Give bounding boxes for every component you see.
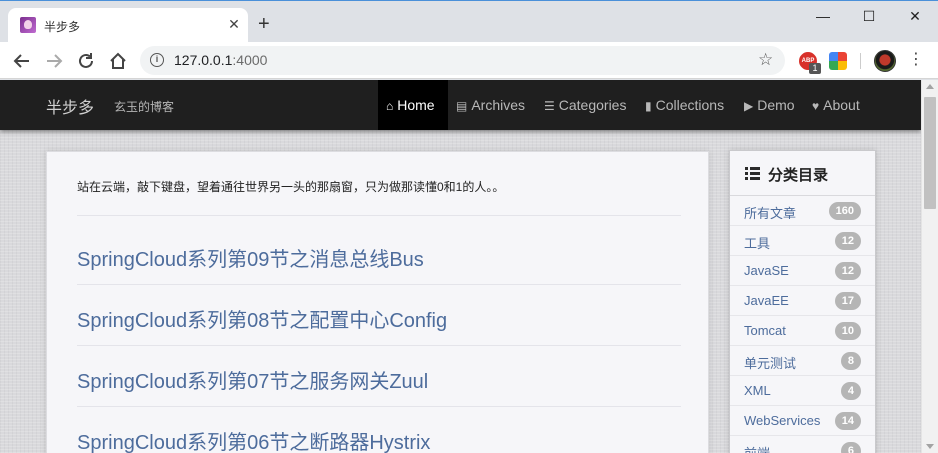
category-item[interactable]: Tomcat 10 [730, 316, 875, 346]
home-icon: ⌂ [386, 99, 394, 113]
bookmark-star-icon[interactable]: ☆ [758, 50, 773, 70]
site-subtitle: 玄玉的博客 [114, 100, 175, 114]
category-item[interactable]: JavaSE 12 [730, 256, 875, 286]
home-icon[interactable] [107, 50, 129, 72]
category-count-badge: 17 [834, 292, 861, 310]
nav-label: About [823, 97, 860, 113]
site-favicon-icon [20, 17, 36, 33]
sidebar-header: 分类目录 [730, 151, 875, 196]
nav-categories[interactable]: ☰ Categories [544, 80, 626, 130]
minimize-window-button[interactable]: — [800, 1, 846, 31]
category-item[interactable]: 工具 12 [730, 226, 875, 256]
category-count-badge: 6 [840, 442, 861, 453]
adblock-badge: 1 [809, 63, 821, 74]
category-item[interactable]: XML 4 [730, 376, 875, 406]
archive-icon: ▤ [456, 99, 468, 113]
category-item[interactable]: JavaEE 17 [730, 286, 875, 316]
site-motto: 站在云端，敲下键盘，望着通往世界另一头的那扇窗，只为做那读懂0和1的人。。 [77, 180, 505, 194]
close-window-button[interactable]: ✕ [892, 1, 938, 31]
category-count-badge: 12 [834, 232, 861, 250]
play-icon: ▶ [744, 99, 754, 113]
bookmark-icon: ▮ [645, 99, 652, 113]
profile-avatar[interactable] [874, 50, 896, 72]
nav-label: Collections [655, 97, 725, 113]
category-item[interactable]: 单元测试 8 [730, 346, 875, 376]
url-text[interactable]: 127.0.0.1:4000 [174, 52, 267, 68]
post-link[interactable]: SpringCloud系列第09节之消息总线Bus [77, 243, 424, 272]
divider [77, 406, 681, 407]
category-item[interactable]: WebServices 14 [730, 406, 875, 436]
post-link[interactable]: SpringCloud系列第08节之配置中心Config [77, 304, 447, 333]
divider [77, 215, 681, 216]
nav-demo[interactable]: ▶ Demo [744, 80, 795, 130]
list-icon: ☰ [544, 99, 555, 113]
divider [77, 345, 681, 346]
category-count-badge: 4 [840, 382, 861, 400]
divider [77, 284, 681, 285]
browser-tab[interactable]: 半步多 ✕ [8, 8, 248, 43]
browser-menu-icon[interactable]: ⋮ [908, 50, 924, 70]
nav-about[interactable]: ♥ About [812, 80, 860, 130]
new-tab-button[interactable]: + [258, 14, 270, 34]
nav-home[interactable]: ⌂ Home [378, 80, 448, 130]
heart-icon: ♥ [812, 99, 820, 113]
post-link[interactable]: SpringCloud系列第07节之服务网关Zuul [77, 365, 428, 394]
category-name: 前端 [744, 443, 770, 453]
category-count-badge: 160 [828, 202, 861, 220]
category-sidebar: 分类目录 所有文章 160 工具 12 JavaSE 12 JavaEE 17 … [729, 150, 876, 453]
nav-collections[interactable]: ▮ Collections [645, 80, 724, 130]
reload-icon[interactable] [75, 50, 97, 72]
category-item[interactable]: 前端 6 [730, 436, 875, 453]
url-port: :4000 [232, 52, 268, 68]
address-bar[interactable]: i 127.0.0.1:4000 ☆ [140, 46, 785, 75]
category-name: 工具 [744, 236, 771, 251]
sidebar-title: 分类目录 [768, 167, 829, 184]
category-name: XML [744, 383, 771, 398]
page-scrollbar[interactable] [921, 80, 938, 453]
site-info-icon[interactable]: i [150, 53, 164, 67]
page-viewport: 半步多 玄玉的博客 ⌂ Home ▤ Archives ☰ Categories ▮ C… [0, 80, 921, 453]
category-name: 所有文章 [744, 206, 797, 221]
site-brand[interactable]: 半步多 [46, 94, 94, 118]
nav-label: Categories [558, 97, 627, 113]
nav-archives[interactable]: ▤ Archives [456, 80, 525, 130]
back-arrow-icon[interactable] [11, 50, 33, 72]
browser-toolbar: i 127.0.0.1:4000 ☆ ABP 1 ⋮ [0, 42, 938, 79]
nav-label: Home [397, 97, 435, 113]
scroll-down-arrow-icon[interactable] [926, 444, 934, 449]
url-host: 127.0.0.1 [174, 52, 233, 68]
scrollbar-thumb[interactable] [924, 97, 936, 209]
category-name: JavaSE [744, 263, 789, 278]
post-link[interactable]: SpringCloud系列第06节之断路器Hystrix [77, 426, 430, 453]
post-list-panel: 站在云端，敲下键盘，望着通往世界另一头的那扇窗，只为做那读懂0和1的人。。 Sp… [46, 151, 709, 453]
nav-label: Demo [757, 97, 795, 113]
list-icon [745, 167, 760, 180]
category-count-badge: 8 [840, 352, 861, 370]
nav-label: Archives [471, 97, 526, 113]
category-name: Tomcat [744, 323, 786, 338]
close-tab-icon[interactable]: ✕ [226, 16, 242, 32]
category-name: JavaEE [744, 293, 789, 308]
category-count-badge: 14 [834, 412, 861, 430]
tab-strip: 半步多 ✕ + — ☐ ✕ [0, 0, 938, 43]
toolbar-divider [860, 53, 861, 69]
forward-arrow-icon[interactable] [43, 50, 65, 72]
category-item[interactable]: 所有文章 160 [730, 196, 875, 226]
category-count-badge: 12 [834, 262, 861, 280]
color-extension-icon[interactable] [829, 52, 847, 70]
category-name: WebServices [744, 413, 821, 428]
maximize-window-button[interactable]: ☐ [846, 1, 892, 31]
site-navbar: 半步多 玄玉的博客 ⌂ Home ▤ Archives ☰ Categories ▮ C… [0, 80, 921, 130]
scroll-up-arrow-icon[interactable] [926, 84, 934, 89]
tab-title: 半步多 [44, 20, 81, 34]
category-name: 单元测试 [744, 356, 797, 371]
category-count-badge: 10 [834, 322, 861, 340]
